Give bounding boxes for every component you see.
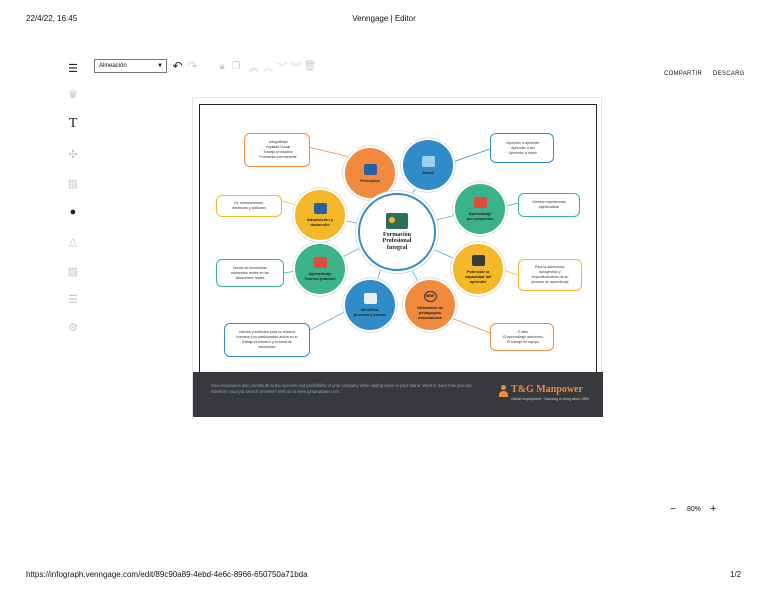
lock-icon[interactable]: 🔒︎ [217,59,227,73]
photos-icon[interactable]: ▨ [62,262,84,280]
adquisicion-icon [313,203,327,214]
bubble-label: Principios [360,177,380,183]
bring-front-icon[interactable]: ︽ [248,59,260,74]
callout-pedagogias[interactable]: · E-ttics · El aprendizaje autónomo · El… [490,323,554,351]
layout-icon[interactable]: ☰ [62,290,84,308]
zoom-level[interactable]: 80% [687,506,701,513]
undo-icon[interactable]: ↶ [171,59,184,73]
infographic-footer: How employees also contribute to the suc… [193,372,603,417]
templates-icon[interactable]: ♛ [62,85,84,103]
person-icon [499,385,509,397]
bubble-adquisicion[interactable]: Adquisición y desarrollo [293,188,347,242]
menu-icon[interactable]: ☰ [62,59,84,77]
send-backward-icon[interactable]: ﹀ [276,59,288,74]
shapes-icon[interactable]: △ [62,232,84,250]
potenciar-icon [471,254,485,266]
text-align-value: Alineación [99,63,127,69]
icons-icon[interactable]: ✣ [62,145,84,163]
bubble-identifica[interactable]: Identifica, procesa y asume [343,278,397,332]
principios-icon [363,163,377,175]
bring-forward-icon[interactable]: ︿ [262,59,274,74]
callout-teorico[interactable]: Donde se encuentran momentos reales en l… [216,259,284,287]
callout-proyectos[interactable]: Genera experiencias significativas [518,193,580,217]
bubble-label: Aprendizaje Teórico-práctico [304,271,336,281]
bubble-label: Identifica, procesa y asume [353,307,387,317]
print-page-number: 1/2 [730,570,742,579]
bubble-label: Utilización de pedagogías innovadoras [417,304,443,320]
redo-icon[interactable]: ↷ [186,59,199,73]
maps-icon[interactable]: ● [62,203,84,221]
links-icon[interactable]: ⚙ [62,318,84,336]
text-icon[interactable]: T [62,115,84,133]
bubble-aprendizaje-proyectos[interactable]: Aprendizaje por proyectos [453,182,507,236]
bubble-teorico-practico[interactable]: Aprendizaje Teórico-práctico [293,242,347,296]
download-button[interactable]: DESCARG [713,71,745,77]
callout-identifica[interactable]: Valores y actitudes para su relación hum… [224,323,310,357]
aprendizaje-proyectos-icon [473,197,487,208]
brand-name: T&G Manpower [511,384,583,395]
duplicate-icon[interactable]: ❐ [230,59,242,73]
teorico-practico-icon [313,257,327,268]
callout-principios[interactable]: · Integralidad · Equidad Social · Trabaj… [244,133,310,167]
print-url: https://infograph.venngage.com/edit/89c9… [26,570,308,579]
infographic-frame: · Integralidad · Equidad Social · Trabaj… [199,104,597,374]
center-title: Formación Profesional Integral [382,231,412,251]
brand-tagline: Global employment · Sourcing & hiring si… [511,397,589,401]
callout-adquisicion[interactable]: De conocimientos, destrezas y actitudes [216,195,282,217]
bubble-principios[interactable]: Principios [343,146,397,200]
delete-icon[interactable]: 🗑︎ [304,59,317,73]
callout-metas[interactable]: · Aprender a aprender · Aprender a ser ·… [490,133,554,163]
bubble-label: Metas [422,169,434,175]
center-bubble[interactable]: Formación Profesional Integral [358,193,436,271]
print-title: Venngage | Editor [352,14,416,23]
bubble-label: Aprendizaje por proyectos [466,211,494,221]
footer-text: How employees also contribute to the suc… [211,383,472,394]
bubble-metas[interactable]: Metas [401,138,455,192]
text-align-select[interactable]: Alineación ▼ [94,59,167,73]
identifica-icon [363,293,377,304]
bubble-label: Adquisición y desarrollo [306,217,334,227]
send-back-icon[interactable]: ︾ [290,59,302,74]
design-canvas[interactable]: · Integralidad · Equidad Social · Trabaj… [192,97,603,417]
teacher-icon [386,212,408,229]
bubble-pedagogias[interactable]: NEW Utilización de pedagogías innovadoras [403,278,457,332]
bubble-potenciar[interactable]: Potenciar la capacidad del aprendiz [451,242,505,296]
metas-icon [421,155,435,167]
callout-potenciar[interactable]: Para la autonomía, autogestión y empoder… [518,259,582,291]
bubble-label: Potenciar la capacidad del aprendiz [464,268,492,284]
zoom-in-button[interactable]: + [710,503,716,515]
chevron-down-icon: ▼ [157,63,163,69]
zoom-out-button[interactable]: − [670,504,676,515]
new-badge-icon: NEW [423,290,437,302]
charts-icon[interactable]: ▥ [62,174,84,192]
share-button[interactable]: COMPARTIR [664,71,702,77]
